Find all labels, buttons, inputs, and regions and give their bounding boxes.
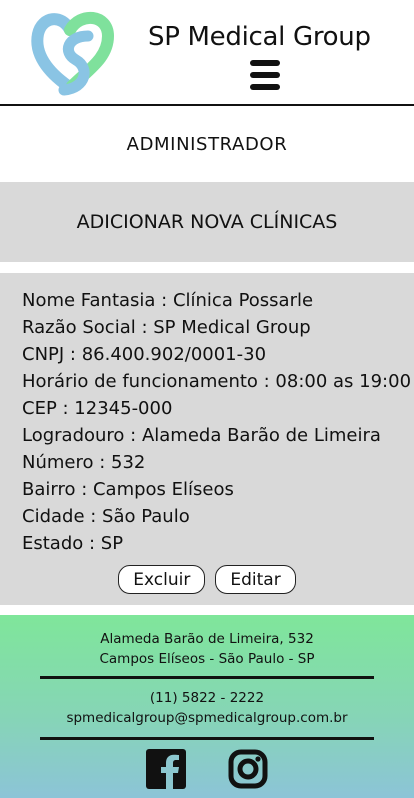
heart-s-logo-icon xyxy=(31,11,115,96)
clinic-card: Nome Fantasia : Clínica Possarle Razão S… xyxy=(0,273,414,605)
clinic-field-cep: CEP : 12345-000 xyxy=(22,398,173,419)
add-clinic-button[interactable]: ADICIONAR NOVA CLÍNICAS xyxy=(0,182,414,262)
clinic-actions: Excluir Editar xyxy=(22,565,392,594)
clinic-field-cnpj: CNPJ : 86.400.902/0001-30 xyxy=(22,344,267,365)
clinic-field-hours: Horário de funcionamento : 08:00 as 19:0… xyxy=(22,371,412,392)
footer-divider xyxy=(40,737,374,740)
header: SP Medical Group xyxy=(0,0,414,106)
clinic-field-state: Estado : SP xyxy=(22,533,124,554)
clinic-field-city: Cidade : São Paulo xyxy=(22,506,190,527)
delete-button[interactable]: Excluir xyxy=(118,565,206,594)
clinic-field-number: Número : 532 xyxy=(22,452,146,473)
role-title: ADMINISTRADOR xyxy=(126,133,288,155)
footer-phone: (11) 5822 - 2222 xyxy=(149,690,265,706)
brand-name: SP Medical Group xyxy=(148,22,371,52)
edit-button[interactable]: Editar xyxy=(215,565,296,594)
clinic-field-company-name: Razão Social : SP Medical Group xyxy=(22,317,311,338)
instagram-icon[interactable] xyxy=(228,749,268,789)
footer-address-line1: Alameda Barão de Limeira, 532 xyxy=(100,631,314,647)
footer-email[interactable]: spmedicalgroup@spmedicalgroup.com.br xyxy=(0,708,414,728)
social-links xyxy=(0,749,414,789)
clinic-field-district: Bairro : Campos Elíseos xyxy=(22,479,234,500)
clinic-field-trade-name: Nome Fantasia : Clínica Possarle xyxy=(22,290,314,311)
clinic-field-street: Logradouro : Alameda Barão de Limeira xyxy=(22,425,381,446)
footer: Alameda Barão de Limeira, 532 Campos Elí… xyxy=(0,615,414,798)
facebook-icon[interactable] xyxy=(146,749,186,789)
hamburger-menu-icon[interactable] xyxy=(250,60,282,92)
footer-address-line2: Campos Elíseos - São Paulo - SP xyxy=(99,651,315,667)
